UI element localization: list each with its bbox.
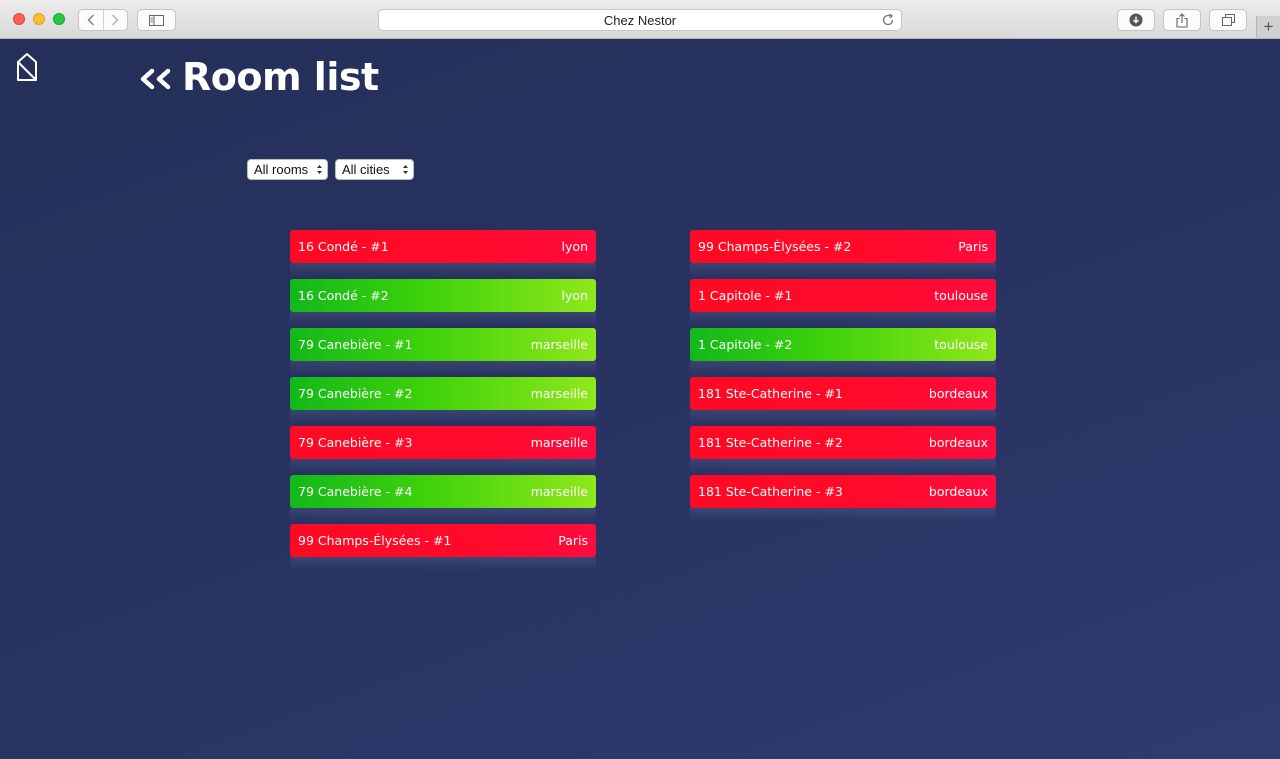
room-name: 16 Condé - #1 xyxy=(298,239,389,254)
forward-button[interactable] xyxy=(102,10,128,30)
room-city: marseille xyxy=(530,337,588,352)
room-city: lyon xyxy=(561,288,588,303)
page-content: Room list All rooms All cities 16 Condé … xyxy=(0,39,1280,759)
minimize-window-button[interactable] xyxy=(33,13,45,25)
room-name: 1 Capitole - #1 xyxy=(698,288,793,303)
room-name: 1 Capitole - #2 xyxy=(698,337,793,352)
room-name: 79 Canebière - #3 xyxy=(298,435,413,450)
room-city: marseille xyxy=(530,435,588,450)
room-city: bordeaux xyxy=(928,484,988,499)
rooms-filter-value: All rooms xyxy=(254,162,309,177)
room-item[interactable]: 99 Champs-Élysées - #1 Paris xyxy=(290,524,596,571)
room-city: toulouse xyxy=(934,288,988,303)
rooms-filter-select[interactable]: All rooms xyxy=(247,159,328,180)
select-arrows-icon xyxy=(317,165,322,174)
room-city: marseille xyxy=(530,484,588,499)
room-item[interactable]: 181 Ste-Catherine - #2 bordeaux xyxy=(690,426,996,473)
address-bar[interactable]: Chez Nestor xyxy=(378,9,902,31)
filters: All rooms All cities xyxy=(247,159,414,180)
room-item[interactable]: 79 Canebière - #2 marseille xyxy=(290,377,596,424)
room-name: 16 Condé - #2 xyxy=(298,288,389,303)
room-item[interactable]: 79 Canebière - #1 marseille xyxy=(290,328,596,375)
room-name: 79 Canebière - #1 xyxy=(298,337,413,352)
room-city: Paris xyxy=(958,239,988,254)
back-button[interactable] xyxy=(79,10,103,30)
chevron-right-icon xyxy=(112,14,119,26)
room-city: lyon xyxy=(561,239,588,254)
download-icon xyxy=(1129,13,1143,27)
room-city: toulouse xyxy=(934,337,988,352)
room-item[interactable]: 1 Capitole - #2 toulouse xyxy=(690,328,996,375)
chevron-left-icon xyxy=(87,14,94,26)
room-item[interactable]: 79 Canebière - #3 marseille xyxy=(290,426,596,473)
room-item[interactable]: 16 Condé - #1 lyon xyxy=(290,230,596,277)
room-item[interactable]: 181 Ste-Catherine - #1 bordeaux xyxy=(690,377,996,424)
reload-icon[interactable] xyxy=(881,13,895,27)
sidebar-icon xyxy=(149,14,164,26)
tab-overview-button[interactable] xyxy=(1209,9,1247,31)
room-name: 99 Champs-Élysées - #2 xyxy=(698,239,852,254)
page-title: Room list xyxy=(182,55,379,99)
share-button[interactable] xyxy=(1163,9,1201,31)
room-name: 181 Ste-Catherine - #2 xyxy=(698,435,843,450)
cities-filter-value: All cities xyxy=(342,162,390,177)
navigation-buttons xyxy=(78,9,128,31)
fullscreen-window-button[interactable] xyxy=(53,13,65,25)
room-item[interactable]: 1 Capitole - #1 toulouse xyxy=(690,279,996,326)
room-city: bordeaux xyxy=(928,386,988,401)
room-name: 99 Champs-Élysées - #1 xyxy=(298,533,452,548)
tabs-icon xyxy=(1221,14,1235,26)
downloads-button[interactable] xyxy=(1117,9,1155,31)
title-row: Room list xyxy=(138,55,379,99)
room-city: marseille xyxy=(530,386,588,401)
room-item[interactable]: 79 Canebière - #4 marseille xyxy=(290,475,596,522)
room-city: bordeaux xyxy=(928,435,988,450)
room-city: Paris xyxy=(558,533,588,548)
page-url-title: Chez Nestor xyxy=(603,12,677,28)
room-item[interactable]: 99 Champs-Élysées - #2 Paris xyxy=(690,230,996,277)
new-tab-button[interactable]: + xyxy=(1256,16,1280,38)
room-name: 181 Ste-Catherine - #1 xyxy=(698,386,843,401)
room-item[interactable]: 181 Ste-Catherine - #3 bordeaux xyxy=(690,475,996,522)
share-icon xyxy=(1176,12,1188,28)
double-chevron-left-icon[interactable] xyxy=(138,67,174,91)
room-name: 79 Canebière - #4 xyxy=(298,484,413,499)
cities-filter-select[interactable]: All cities xyxy=(335,159,414,180)
browser-toolbar: Chez Nestor + xyxy=(0,0,1280,39)
room-name: 79 Canebière - #2 xyxy=(298,386,413,401)
room-item[interactable]: 16 Condé - #2 lyon xyxy=(290,279,596,326)
close-window-button[interactable] xyxy=(13,13,25,25)
room-name: 181 Ste-Catherine - #3 xyxy=(698,484,843,499)
select-arrows-icon xyxy=(403,165,408,174)
house-logo-icon[interactable] xyxy=(16,52,38,82)
plus-icon: + xyxy=(1263,17,1274,36)
sidebar-toggle-button[interactable] xyxy=(137,9,176,31)
